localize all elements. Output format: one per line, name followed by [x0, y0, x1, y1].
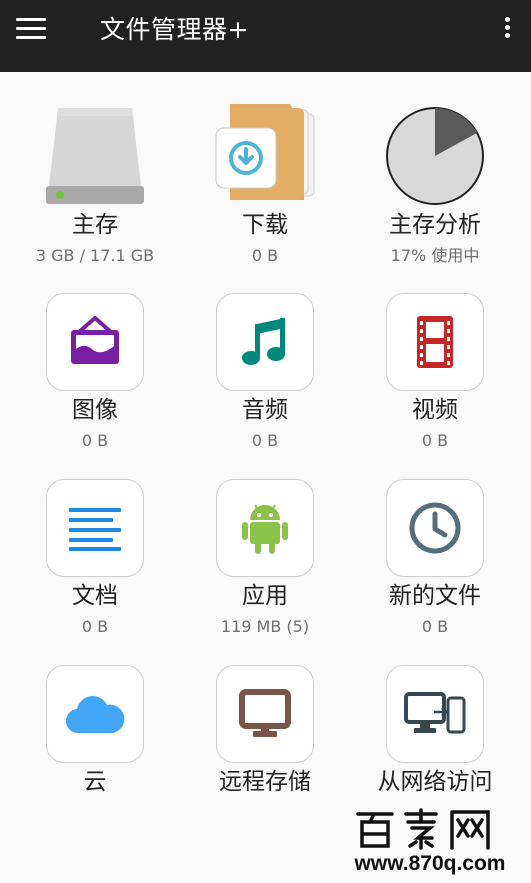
watermark-logo	[354, 808, 494, 850]
tile-size: 3 GB / 17.1 GB	[35, 246, 155, 265]
app-title: 文件管理器+	[100, 15, 249, 44]
watermark: www.870q.com	[340, 808, 520, 878]
network-devices-icon	[386, 665, 484, 763]
tile-label: 主存分析	[389, 212, 481, 238]
clock-icon	[386, 479, 484, 577]
tile-size: 0 B	[81, 431, 109, 450]
app-bar: 文件管理器+	[0, 0, 531, 72]
tile-remote-storage[interactable]: 远程存储	[180, 665, 350, 845]
tile-label: 应用	[242, 583, 288, 609]
tile-images[interactable]: 图像 0 B	[10, 293, 180, 473]
tile-label: 音频	[242, 397, 288, 423]
tile-label: 新的文件	[389, 583, 481, 609]
tile-size: 0 B	[251, 431, 279, 450]
monitor-icon	[216, 665, 314, 763]
hard-drive-icon	[40, 104, 150, 210]
tile-label: 下载	[242, 212, 288, 238]
tile-usage: 17% 使用中	[390, 246, 480, 265]
watermark-url: www.870q.com	[354, 852, 506, 875]
tile-downloads[interactable]: 下载 0 B	[180, 104, 350, 284]
tile-storage-analysis[interactable]: 主存分析 17% 使用中	[350, 104, 520, 284]
text-document-icon	[46, 479, 144, 577]
music-note-icon	[216, 293, 314, 391]
tile-size: 0 B	[421, 617, 449, 636]
tile-label: 文档	[72, 583, 118, 609]
tile-cloud[interactable]: 云	[10, 665, 180, 845]
tile-audio[interactable]: 音频 0 B	[180, 293, 350, 473]
tile-documents[interactable]: 文档 0 B	[10, 479, 180, 659]
tile-size: 0 B	[421, 431, 449, 450]
more-vert-icon[interactable]	[496, 14, 520, 44]
film-strip-icon	[386, 293, 484, 391]
pie-chart-icon	[380, 104, 490, 210]
tile-label: 图像	[72, 397, 118, 423]
tile-video[interactable]: 视频 0 B	[350, 293, 520, 473]
tile-apps[interactable]: 应用 119 MB (5)	[180, 479, 350, 659]
tile-size: 119 MB (5)	[220, 617, 310, 636]
tile-label: 视频	[412, 397, 458, 423]
cloud-icon	[46, 665, 144, 763]
hamburger-menu-icon[interactable]	[14, 16, 50, 44]
tile-recent-files[interactable]: 新的文件 0 B	[350, 479, 520, 659]
tile-label: 从网络访问	[377, 769, 493, 795]
tile-label: 远程存储	[219, 769, 311, 795]
tile-size: 0 B	[81, 617, 109, 636]
download-folder-icon	[210, 104, 320, 210]
tile-label: 云	[83, 769, 107, 795]
tile-size: 0 B	[251, 246, 279, 265]
image-icon	[46, 293, 144, 391]
tile-primary-storage[interactable]: 主存 3 GB / 17.1 GB	[10, 104, 180, 284]
tile-label: 主存	[72, 212, 118, 238]
android-icon	[216, 479, 314, 577]
